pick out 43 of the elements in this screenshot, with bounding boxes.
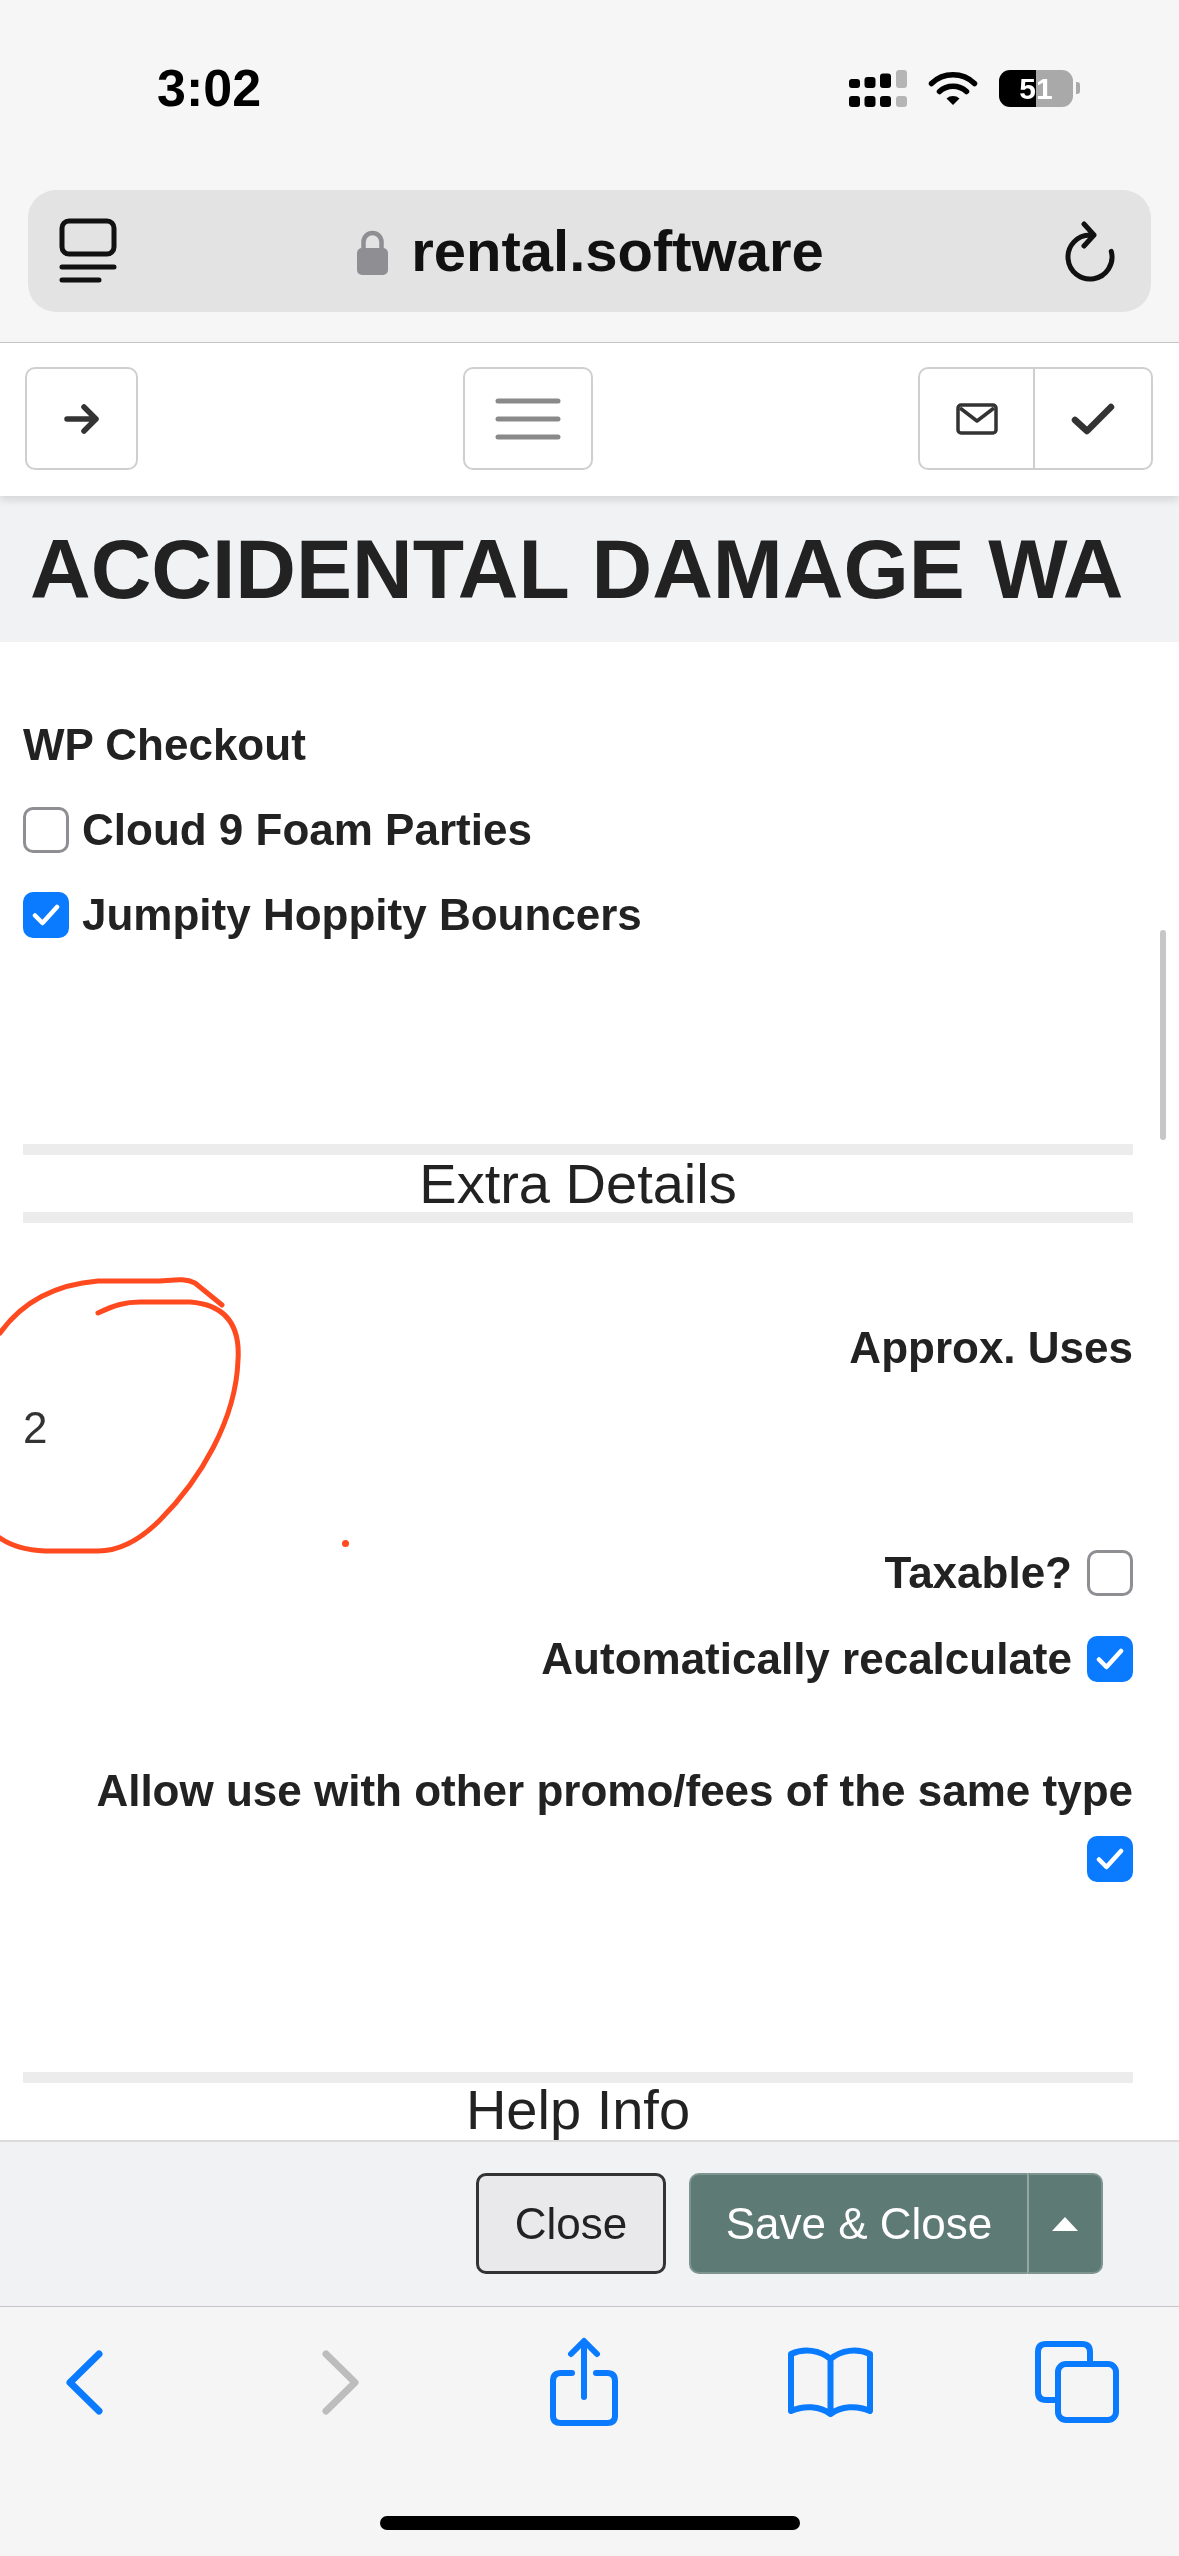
checkmark-icon xyxy=(32,903,60,927)
page-menu-icon[interactable] xyxy=(59,218,117,284)
caret-up-icon xyxy=(1052,2216,1078,2231)
address-bar[interactable]: rental.software xyxy=(28,190,1151,312)
url-text[interactable]: rental.software xyxy=(411,216,824,286)
arrow-right-icon xyxy=(62,401,101,436)
checkbox-label: Jumpity Hoppity Bouncers xyxy=(82,891,642,939)
field-value: 2 xyxy=(23,1404,48,1452)
chevron-left-icon[interactable] xyxy=(64,2348,105,2416)
reload-icon[interactable] xyxy=(1062,220,1118,282)
checkmark-icon xyxy=(1071,401,1115,436)
save-close-button[interactable]: Save & Close xyxy=(689,2173,1027,2274)
field-label: Approx. Uses xyxy=(849,1324,1133,1372)
book-icon[interactable] xyxy=(786,2345,875,2419)
checkbox-label: Taxable? xyxy=(884,1549,1072,1597)
checkbox-label: Cloud 9 Foam Parties xyxy=(82,806,532,854)
dropdown-button[interactable] xyxy=(1027,2173,1103,2274)
confirm-button[interactable] xyxy=(1035,367,1153,470)
checkmark-icon xyxy=(1096,1647,1124,1671)
close-button[interactable]: Close xyxy=(476,2173,666,2274)
signal-icon xyxy=(849,69,907,107)
page-title: ACCIDENTAL DAMAGE WA xyxy=(30,521,1124,617)
checkbox[interactable] xyxy=(23,892,69,938)
status-time: 3:02 xyxy=(157,58,262,118)
ink-dot-icon xyxy=(342,1540,349,1547)
envelope-icon xyxy=(955,402,998,435)
email-button[interactable] xyxy=(918,367,1035,470)
checkmark-icon xyxy=(1096,1847,1124,1871)
overlapping-squares-icon[interactable] xyxy=(1034,2340,1120,2424)
checkbox[interactable] xyxy=(23,807,69,853)
share-icon[interactable] xyxy=(548,2337,620,2427)
arrow-button[interactable] xyxy=(25,367,138,470)
wifi-icon xyxy=(928,69,978,107)
menu-button[interactable] xyxy=(463,367,593,470)
checkbox[interactable] xyxy=(1087,1636,1133,1682)
checkbox-label: Allow use with other promo/fees of the same type xyxy=(96,1767,1133,1815)
checkbox[interactable] xyxy=(1087,1836,1133,1882)
group-label: WP Checkout xyxy=(23,721,306,769)
section-title: Extra Details xyxy=(419,1155,737,1212)
checkbox-label: Automatically recalculate xyxy=(541,1635,1072,1683)
menu-icon xyxy=(495,397,561,440)
battery-indicator: 51 xyxy=(999,69,1080,107)
checkbox[interactable] xyxy=(1087,1550,1133,1596)
